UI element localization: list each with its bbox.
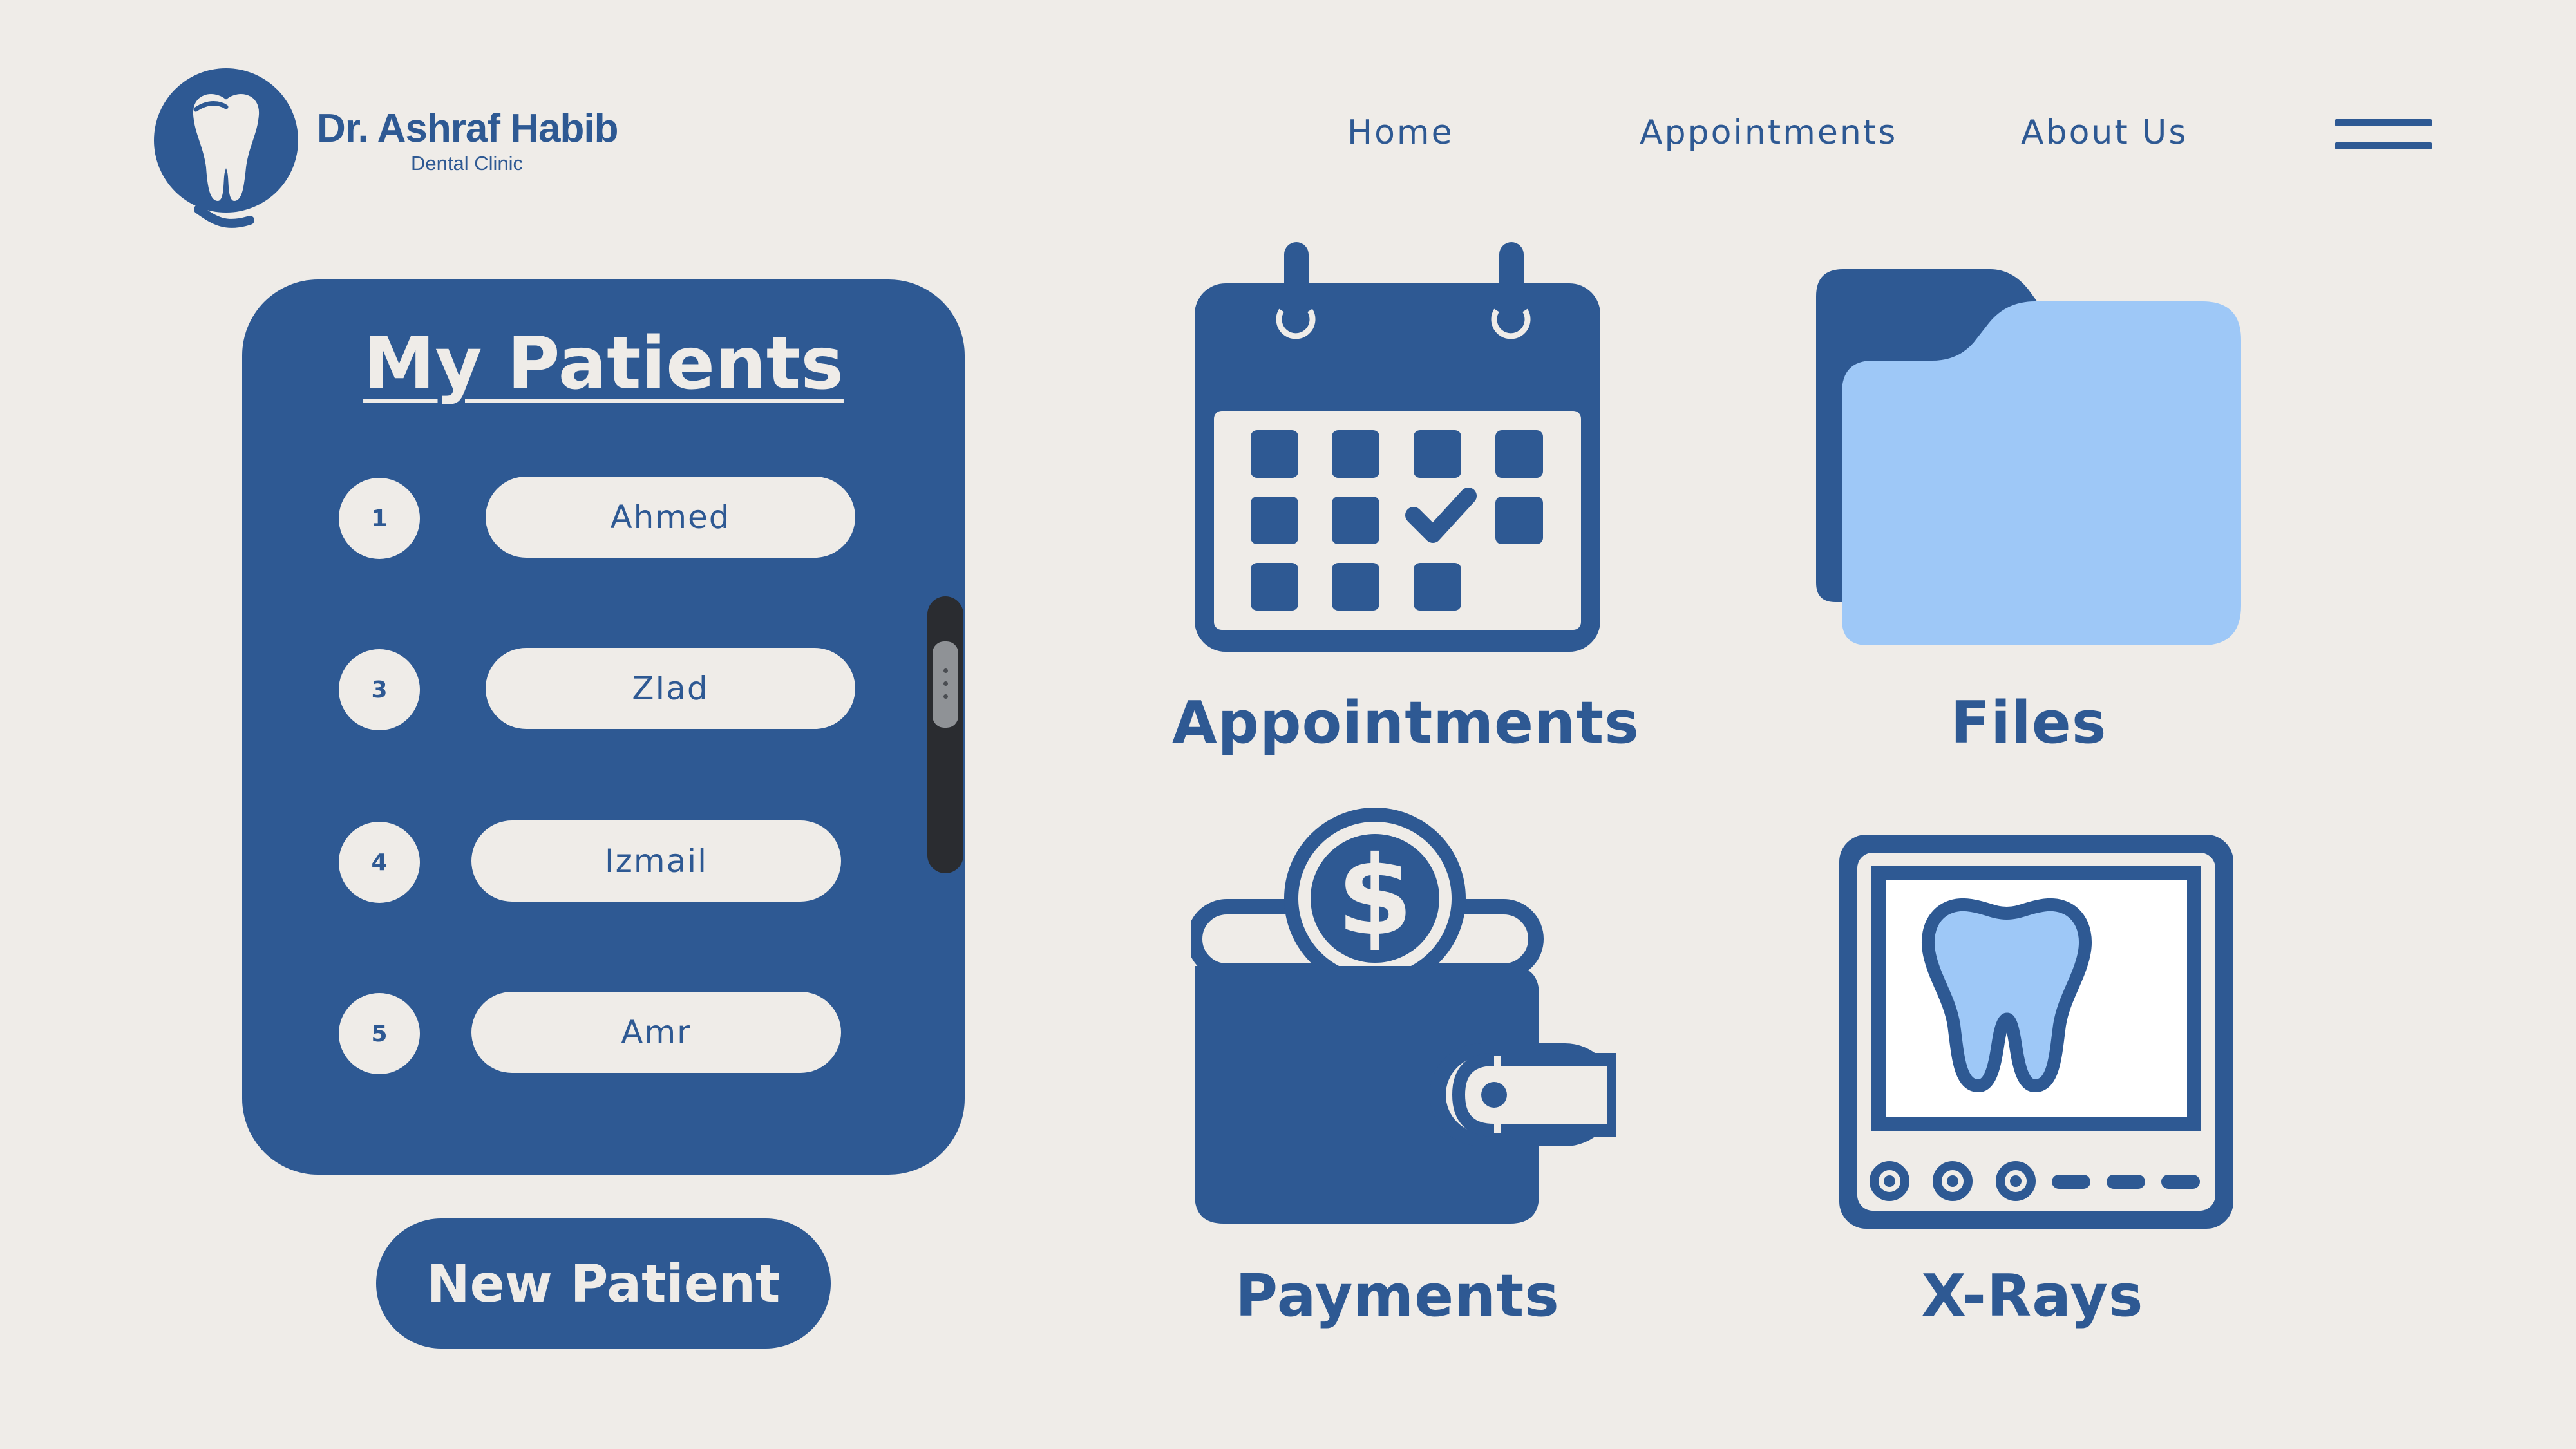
clinic-logo bbox=[153, 64, 301, 232]
calendar-icon bbox=[1195, 242, 1600, 652]
new-patient-button[interactable]: New Patient bbox=[376, 1218, 831, 1349]
scrollbar-thumb[interactable] bbox=[933, 641, 958, 728]
nav-home-link[interactable]: Home bbox=[1347, 113, 1454, 152]
patient-name-pill[interactable]: Amr bbox=[471, 992, 841, 1073]
hamburger-menu-icon[interactable] bbox=[2335, 119, 2432, 151]
patient-number: 1 bbox=[339, 478, 420, 559]
payments-tile-label: Payments bbox=[1235, 1262, 1560, 1330]
patient-row[interactable]: 5 Amr bbox=[339, 992, 841, 1075]
patient-number: 3 bbox=[339, 649, 420, 730]
patient-name-pill[interactable]: ZIad bbox=[486, 648, 855, 729]
folder-icon bbox=[1816, 269, 2241, 645]
xray-monitor-icon bbox=[1839, 835, 2233, 1229]
patients-title: My Patients bbox=[363, 322, 844, 406]
appointments-tile-label: Appointments bbox=[1172, 689, 1640, 757]
patient-row[interactable]: 1 Ahmed bbox=[339, 477, 855, 560]
clinic-name: Dr. Ashraf Habib bbox=[317, 106, 618, 151]
clinic-subtitle: Dental Clinic bbox=[411, 152, 524, 175]
patient-number: 5 bbox=[339, 993, 420, 1074]
patient-number: 4 bbox=[339, 822, 420, 903]
patient-row[interactable]: 3 ZIad bbox=[339, 648, 855, 732]
wallet-icon: $ bbox=[1191, 808, 1616, 1224]
svg-text:$: $ bbox=[1337, 833, 1413, 960]
xrays-tile[interactable]: X-Rays bbox=[1807, 824, 2258, 1340]
files-tile[interactable]: Files bbox=[1803, 258, 2254, 766]
payments-tile[interactable]: $ Payments bbox=[1172, 805, 1623, 1340]
nav-about-us-link[interactable]: About Us bbox=[2021, 113, 2188, 152]
patients-panel: My Patients 1 Ahmed 3 ZIad 4 Izmail 5 Am… bbox=[242, 279, 965, 1175]
xrays-tile-label: X-Rays bbox=[1921, 1262, 2144, 1330]
files-tile-label: Files bbox=[1950, 689, 2107, 757]
patient-row[interactable]: 4 Izmail bbox=[339, 820, 841, 904]
patients-scrollbar[interactable] bbox=[927, 596, 963, 873]
nav-appointments-link[interactable]: Appointments bbox=[1640, 113, 1897, 152]
patient-name-pill[interactable]: Ahmed bbox=[486, 477, 855, 558]
tooth-logo-icon bbox=[154, 68, 298, 228]
patient-name-pill[interactable]: Izmail bbox=[471, 820, 841, 902]
appointments-tile[interactable]: Appointments bbox=[1172, 238, 1640, 766]
